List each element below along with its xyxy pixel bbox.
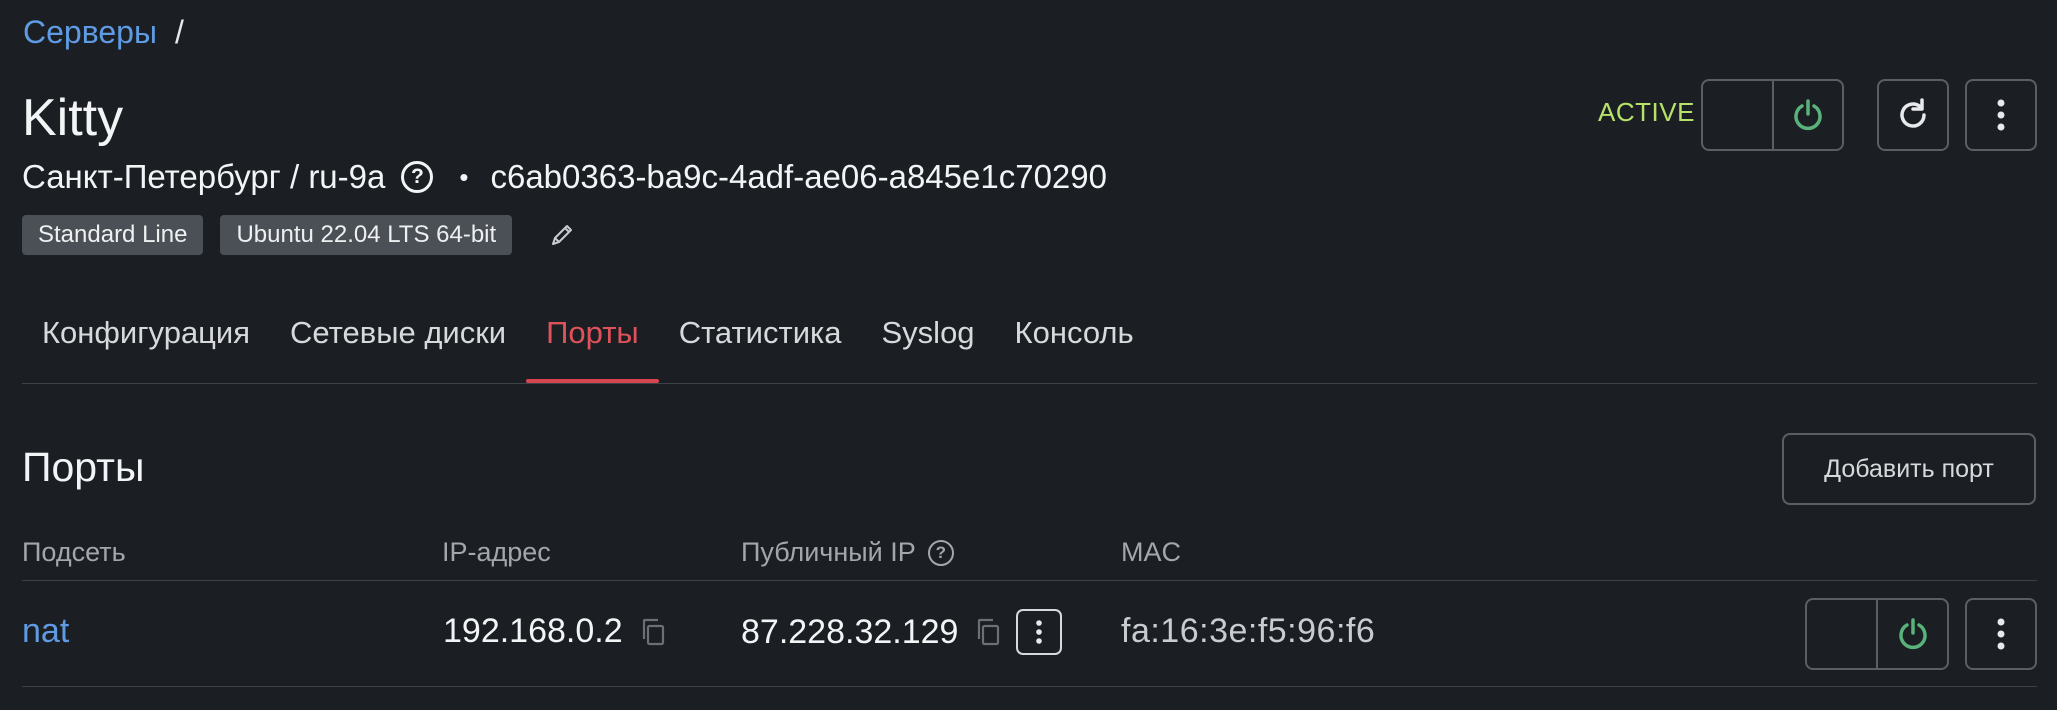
column-header-public-ip: Публичный IP ?: [741, 537, 954, 568]
help-icon[interactable]: ?: [927, 539, 954, 566]
copy-icon[interactable]: [639, 617, 667, 647]
tab-network-disks[interactable]: Сетевые диски: [270, 305, 526, 383]
server-meta: Санкт-Петербург / ru-9a ? • c6ab0363-ba9…: [22, 158, 1107, 196]
port-power-toggle-group: [1805, 598, 1949, 670]
reboot-button[interactable]: [1877, 79, 1949, 151]
port-menu-button[interactable]: [1965, 598, 2037, 670]
tag-os: Ubuntu 22.04 LTS 64-bit: [220, 215, 513, 255]
status-badge: ACTIVE: [1598, 97, 1695, 127]
port-ip: 192.168.0.2: [443, 612, 623, 650]
server-location: Санкт-Петербург / ru-9a: [22, 158, 386, 195]
breadcrumb-separator: /: [174, 14, 184, 50]
breadcrumb: Серверы /: [23, 14, 184, 51]
tag-line: Standard Line: [22, 215, 204, 255]
kebab-icon: [1036, 620, 1043, 644]
server-menu-button[interactable]: [1965, 79, 2037, 151]
power-on-segment[interactable]: [1771, 81, 1843, 149]
port-subnet-link[interactable]: nat: [22, 612, 69, 651]
power-icon: [1898, 618, 1927, 650]
help-icon[interactable]: ?: [401, 161, 434, 193]
table-header-divider: [22, 580, 2037, 581]
server-tags: Standard Line Ubuntu 22.04 LTS 64-bit: [22, 215, 577, 255]
tab-configuration[interactable]: Конфигурация: [22, 305, 270, 383]
public-ip-menu-button[interactable]: [1016, 609, 1063, 655]
refresh-icon: [1900, 98, 1926, 128]
meta-bullet: •: [459, 161, 469, 192]
breadcrumb-servers-link[interactable]: Серверы: [23, 14, 157, 51]
pencil-icon[interactable]: [547, 220, 577, 250]
kebab-icon: [1997, 99, 2005, 131]
tab-bar: Конфигурация Сетевые диски Порты Статист…: [22, 305, 1154, 383]
table-row-divider: [22, 686, 2037, 687]
tab-statistics[interactable]: Статистика: [659, 305, 862, 383]
column-header-mac: MAC: [1121, 537, 1181, 567]
port-mac: fa:16:3e:f5:96:f6: [1121, 612, 1376, 650]
kebab-icon: [1997, 618, 2005, 650]
tab-console[interactable]: Консоль: [995, 305, 1154, 383]
tabs-divider: [22, 383, 2037, 384]
column-header-public-ip-label: Публичный IP: [741, 537, 916, 567]
add-port-button[interactable]: Добавить порт: [1782, 433, 2036, 505]
port-off-segment[interactable]: [1807, 600, 1876, 668]
port-ip-cell: 192.168.0.2: [443, 612, 667, 651]
port-public-ip-cell: 87.228.32.129: [741, 609, 1063, 655]
server-id: c6ab0363-ba9c-4adf-ae06-a845e1c70290: [490, 158, 1107, 195]
power-toggle-group: [1701, 79, 1844, 151]
port-public-ip: 87.228.32.129: [741, 612, 959, 651]
column-header-subnet: Подсеть: [22, 537, 126, 567]
port-on-segment[interactable]: [1876, 600, 1947, 668]
column-header-ip: IP-адрес: [442, 537, 551, 567]
tab-syslog[interactable]: Syslog: [862, 305, 995, 383]
power-icon: [1794, 99, 1822, 131]
power-off-segment[interactable]: [1703, 81, 1772, 149]
page-title: Kitty: [22, 89, 124, 147]
copy-icon[interactable]: [974, 617, 1002, 647]
tab-ports[interactable]: Порты: [526, 305, 659, 383]
section-title: Порты: [22, 444, 145, 490]
